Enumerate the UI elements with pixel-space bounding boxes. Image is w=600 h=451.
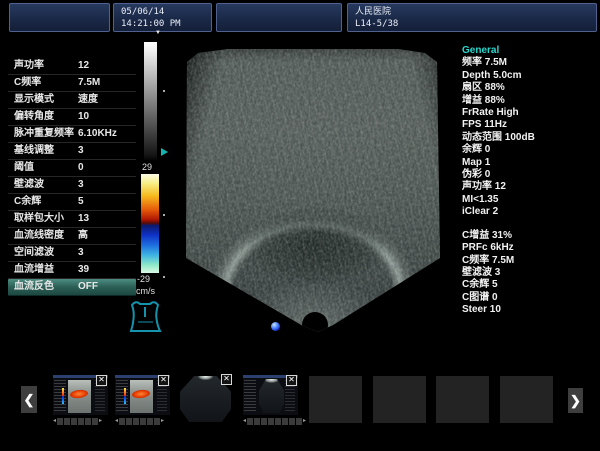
param-row-line-density[interactable]: 血流线密度高: [8, 228, 136, 245]
transducer-notch: [302, 312, 328, 338]
speckle-noise: [183, 47, 443, 335]
thumbnail-1-pager[interactable]: ◂ ▸: [53, 417, 102, 425]
focus-marker-icon: [161, 148, 168, 156]
info-line: 扇区 88%: [462, 82, 594, 94]
grayscale-bar: [144, 42, 157, 161]
param-row-c-frequency[interactable]: C频率7.5M: [8, 75, 136, 92]
empty-clip-slot: [373, 376, 426, 423]
param-row-display-mode[interactable]: 显示模式速度: [8, 92, 136, 109]
body-mark-icon: [124, 298, 168, 338]
info-line: 动态范围 100dB: [462, 132, 594, 144]
color-doppler-bar: [141, 174, 159, 273]
info-line: FPS 11Hz: [462, 119, 594, 131]
scroll-right-icon: ❯: [570, 393, 581, 409]
thumb-image: [68, 380, 91, 413]
empty-clip-slot: [436, 376, 489, 423]
pager-left-icon: ◂: [53, 417, 56, 425]
param-row-prf[interactable]: 脉冲重复频率6.10KHz: [8, 126, 136, 143]
probe-orientation-dot: [271, 322, 280, 331]
ultrasound-screen: 05/06/14 14:21:00 PM 人民医院 L14-5/38 ▼ 声功率…: [0, 0, 600, 451]
doppler-flow-blob: [132, 389, 151, 399]
param-row-wall-filter[interactable]: 壁滤波3: [8, 177, 136, 194]
image-info-panel: General 频率 7.5M Depth 5.0cm 扇区 88% 增益 88…: [462, 45, 594, 317]
velocity-unit-label: cm/s: [136, 286, 155, 296]
pager-right-icon: ▸: [99, 417, 102, 425]
info-line: Steer 10: [462, 304, 594, 316]
info-line: MI<1.35: [462, 194, 594, 206]
param-row-baseline[interactable]: 基线调整3: [8, 143, 136, 160]
thumb-colorbar: [124, 388, 126, 404]
preset-title: General: [462, 45, 594, 57]
thumbnail-4-pager[interactable]: ◂ ▸: [243, 417, 306, 425]
info-line: 伪彩 0: [462, 169, 594, 181]
date-text: 05/06/14: [121, 6, 204, 18]
velocity-min-label: -29: [137, 274, 150, 284]
close-icon[interactable]: ✕: [158, 375, 169, 386]
ultrasound-image[interactable]: [183, 47, 443, 335]
gain-caret-icon: ▼: [155, 30, 161, 36]
param-row-threshold[interactable]: 阈值0: [8, 160, 136, 177]
thumb-colorbar: [62, 388, 64, 404]
info-line: FrRate High: [462, 107, 594, 119]
param-row-spatial-filter[interactable]: 空间滤波3: [8, 245, 136, 262]
thumbnail-1[interactable]: ✕: [53, 375, 108, 415]
info-line: C增益 31%: [462, 230, 594, 242]
info-line: Depth 5.0cm: [462, 70, 594, 82]
info-line: 壁滤波 3: [462, 267, 594, 279]
exam-info-box: [216, 3, 342, 32]
empty-clip-slot: [309, 376, 362, 423]
pager-right-icon: ▸: [161, 417, 164, 425]
param-row-flow-invert[interactable]: 血流反色OFF: [8, 279, 136, 296]
thumb-image: [130, 380, 153, 413]
scroll-left-button[interactable]: ❮: [21, 386, 37, 413]
thumb-sector-image: [259, 379, 284, 413]
scroll-left-icon: ❮: [24, 392, 35, 408]
depth-tick: [163, 214, 165, 216]
pager-left-icon: ◂: [243, 417, 246, 425]
thumbnail-2-pager[interactable]: ◂ ▸: [115, 417, 164, 425]
parameter-panel: 声功率12 C频率7.5M 显示模式速度 偏转角度10 脉冲重复频率6.10KH…: [8, 58, 136, 296]
hospital-box: 人民医院 L14-5/38: [347, 3, 597, 32]
info-line: C频率 7.5M: [462, 255, 594, 267]
thumb-left-text: [244, 380, 256, 413]
param-row-acoustic-power[interactable]: 声功率12: [8, 58, 136, 75]
hospital-name: 人民医院: [355, 6, 589, 18]
param-row-packet-size[interactable]: 取样包大小13: [8, 211, 136, 228]
close-icon[interactable]: ✕: [96, 375, 107, 386]
velocity-max-label: 29: [142, 162, 152, 172]
info-line: PRFc 6kHz: [462, 242, 594, 254]
depth-tick: [163, 90, 165, 92]
depth-tick: [163, 276, 165, 278]
param-row-steer-angle[interactable]: 偏转角度10: [8, 109, 136, 126]
info-line: 余辉 0: [462, 144, 594, 156]
info-line: Map 1: [462, 157, 594, 169]
thumb-left-text: [54, 380, 66, 413]
info-line: C图谱 0: [462, 292, 594, 304]
probe-model: L14-5/38: [355, 18, 589, 30]
pager-left-icon: ◂: [115, 417, 118, 425]
info-line: 增益 88%: [462, 95, 594, 107]
param-row-flow-gain[interactable]: 血流增益39: [8, 262, 136, 279]
time-text: 14:21:00 PM: [121, 18, 204, 30]
datetime-box: 05/06/14 14:21:00 PM: [113, 3, 212, 32]
info-line: 频率 7.5M: [462, 57, 594, 69]
thumbnail-4[interactable]: ✕: [243, 375, 298, 415]
thumbnail-2[interactable]: ✕: [115, 375, 170, 415]
scroll-right-button[interactable]: ❯: [568, 388, 583, 413]
info-line: 声功率 12: [462, 181, 594, 193]
doppler-flow-blob: [70, 389, 89, 399]
param-row-c-persistence[interactable]: C余辉5: [8, 194, 136, 211]
close-icon[interactable]: ✕: [221, 374, 232, 385]
thumbnail-3[interactable]: ✕: [178, 374, 233, 423]
color-info-block: C增益 31% PRFc 6kHz C频率 7.5M 壁滤波 3 C余辉 5 C…: [462, 230, 594, 317]
empty-clip-slot: [500, 376, 553, 423]
info-line: iClear 2: [462, 206, 594, 218]
pager-right-icon: ▸: [303, 417, 306, 425]
patient-info-box: [9, 3, 110, 32]
thumb-left-text: [116, 380, 128, 413]
close-icon[interactable]: ✕: [286, 375, 297, 386]
info-line: C余辉 5: [462, 279, 594, 291]
